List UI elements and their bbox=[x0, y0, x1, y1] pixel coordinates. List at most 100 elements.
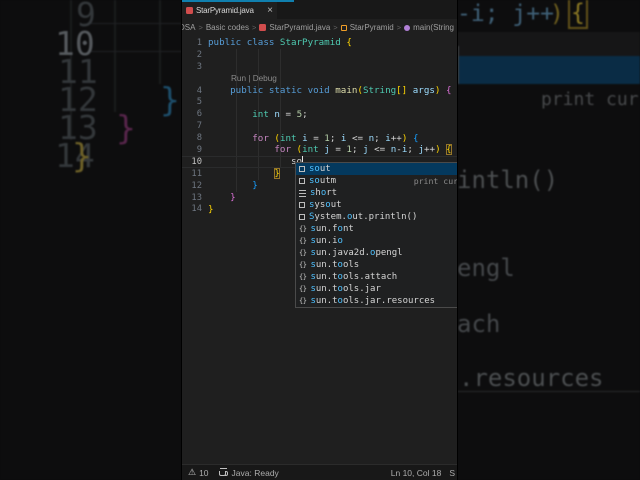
code-text: public class StarPyramid { bbox=[208, 37, 352, 49]
module-icon: {} bbox=[299, 273, 307, 281]
bg-text: } bbox=[116, 108, 136, 147]
active-tab-indicator bbox=[182, 0, 294, 2]
bg-text: ach bbox=[457, 310, 501, 338]
bg-shape bbox=[159, 0, 161, 84]
snippet-icon bbox=[299, 166, 305, 172]
breadcrumb-label: main(String bbox=[413, 23, 454, 32]
code-line[interactable]: 5 bbox=[182, 96, 457, 108]
suggest-label: sun.tools bbox=[310, 260, 360, 270]
problems-indicator[interactable]: ⚠ 10 bbox=[188, 467, 209, 478]
breadcrumb-separator: > bbox=[333, 23, 338, 32]
warning-icon: ⚠ bbox=[188, 467, 197, 477]
warning-count: 10 bbox=[199, 467, 209, 478]
breadcrumb-item[interactable]: StarPyramid bbox=[340, 23, 394, 32]
breadcrumb-item[interactable]: Basic codes bbox=[206, 23, 249, 32]
bg-text: } bbox=[160, 80, 180, 119]
suggest-item[interactable]: System.out.println() bbox=[296, 211, 457, 223]
bg-text: intln() bbox=[457, 166, 559, 194]
java-status-label: Java: Ready bbox=[231, 467, 279, 478]
suggest-item[interactable]: {} sun.io bbox=[296, 235, 457, 247]
line-number: 1 bbox=[196, 37, 202, 48]
line-number: 7 bbox=[196, 121, 202, 132]
codelens-run-debug[interactable]: Run | Debug bbox=[231, 74, 277, 83]
code-line[interactable]: 8 for (int i = 1; i <= n; i++) { bbox=[182, 132, 457, 144]
java-status[interactable]: Java: Ready bbox=[218, 467, 279, 478]
bg-text: ) bbox=[550, 1, 564, 27]
breadcrumb-separator: > bbox=[396, 23, 402, 32]
code-line[interactable]: 1 public class StarPyramid { bbox=[182, 37, 457, 49]
code-line[interactable]: 2 bbox=[182, 49, 457, 61]
suggest-item[interactable]: sysout bbox=[296, 199, 457, 211]
code-line[interactable]: 9 for (int j = 1; j <= n-i; j++) { bbox=[182, 144, 457, 156]
suggest-label: sysout bbox=[309, 200, 342, 210]
breadcrumb-separator: > bbox=[198, 23, 203, 32]
code-text: } bbox=[252, 180, 258, 192]
snippet-icon bbox=[299, 214, 305, 220]
suggest-item[interactable]: {} sun.font bbox=[296, 223, 457, 235]
suggest-label: sun.tools.attach bbox=[310, 272, 398, 282]
breadcrumb: DSA>Basic codes>StarPyramid.java>StarPyr… bbox=[182, 19, 457, 36]
suggest-label: sout bbox=[309, 164, 331, 174]
breadcrumb-label: DSA bbox=[182, 23, 196, 32]
suggest-item[interactable]: sout bbox=[296, 163, 457, 175]
bg-text: { bbox=[568, 0, 588, 30]
suggest-item[interactable]: {} sun.tools.jar.resources bbox=[296, 295, 457, 307]
code-text: for (int i = 1; i <= n; i++) { bbox=[252, 132, 419, 144]
code-line[interactable]: 7 bbox=[182, 120, 457, 132]
module-icon: {} bbox=[299, 237, 307, 245]
code-text: public static void main(String[] args) { bbox=[230, 85, 452, 96]
bg-shape bbox=[457, 56, 640, 84]
code-line[interactable]: 4 public static void main(String[] args)… bbox=[182, 85, 457, 97]
bg-shape bbox=[457, 46, 459, 84]
breadcrumb-label: StarPyramid.java bbox=[269, 23, 331, 32]
suggest-item[interactable]: short bbox=[296, 187, 457, 199]
module-icon: {} bbox=[299, 225, 307, 233]
suggest-item[interactable]: {} sun.tools.jar bbox=[296, 283, 457, 295]
module-icon: {} bbox=[299, 285, 307, 293]
bg-text: print curr bbox=[541, 89, 640, 110]
suggest-item[interactable]: soutm print curr bbox=[296, 175, 457, 187]
code-line[interactable]: 6 int n = 5; bbox=[182, 108, 457, 120]
suggest-item[interactable]: {} sun.java2d.opengl bbox=[296, 247, 457, 259]
module-icon: {} bbox=[299, 249, 307, 257]
line-number: 4 bbox=[196, 85, 202, 96]
line-number: 11 bbox=[191, 168, 202, 179]
module-icon: {} bbox=[299, 297, 307, 305]
code-text: } bbox=[230, 192, 236, 204]
screenshot-root: 9 10 11 12 13 14}}} -i; j++){print curr intln(… bbox=[0, 0, 640, 480]
autocomplete-dropdown: sout soutm print curr short sysout System.out… bbox=[295, 162, 457, 308]
breadcrumb-label: Basic codes bbox=[205, 23, 249, 32]
breadcrumb-item[interactable]: StarPyramid.java bbox=[259, 23, 330, 32]
snippet-icon bbox=[299, 178, 305, 184]
breadcrumb-item[interactable]: main(String bbox=[404, 23, 454, 32]
snippet-icon bbox=[299, 202, 305, 208]
code-text: for (int j = 1; j <= n-i; j++) { bbox=[274, 144, 452, 156]
suggest-label: short bbox=[310, 188, 338, 198]
breadcrumb-item[interactable]: DSA bbox=[182, 23, 195, 32]
breadcrumb-separator: > bbox=[251, 23, 257, 32]
java-file-icon bbox=[259, 24, 267, 31]
bg-shape bbox=[90, 23, 182, 24]
suggest-item[interactable]: {} sun.tools.attach bbox=[296, 271, 457, 283]
java-cup-icon bbox=[218, 468, 228, 476]
code-text: so bbox=[208, 156, 304, 168]
module-icon: {} bbox=[299, 261, 307, 269]
code-line[interactable]: Run | Debug bbox=[182, 73, 457, 85]
java-file-icon bbox=[186, 7, 193, 14]
suggest-label: sun.java2d.opengl bbox=[310, 248, 403, 258]
tab-starpyramid[interactable]: StarPyramid.java × bbox=[182, 0, 277, 19]
status-truncated-text: S bbox=[449, 467, 455, 478]
code-text: } bbox=[274, 168, 280, 180]
breadcrumb-label: StarPyramid bbox=[349, 23, 394, 32]
suggest-label: System.out.println() bbox=[309, 212, 418, 222]
suggest-item[interactable]: {} sun.tools bbox=[296, 259, 457, 271]
suggest-label: sun.io bbox=[310, 236, 343, 246]
bg-text: engl bbox=[457, 254, 515, 282]
suggest-label: sun.font bbox=[310, 224, 354, 234]
code-line[interactable]: 3 bbox=[182, 61, 457, 73]
status-bar: ⚠ 10 Java: Ready Ln 10, Col 18 S bbox=[182, 464, 457, 480]
close-icon[interactable]: × bbox=[267, 5, 273, 16]
line-number: 5 bbox=[196, 97, 202, 108]
line-number: 12 bbox=[191, 180, 202, 191]
cursor-position[interactable]: Ln 10, Col 18 bbox=[391, 468, 442, 478]
